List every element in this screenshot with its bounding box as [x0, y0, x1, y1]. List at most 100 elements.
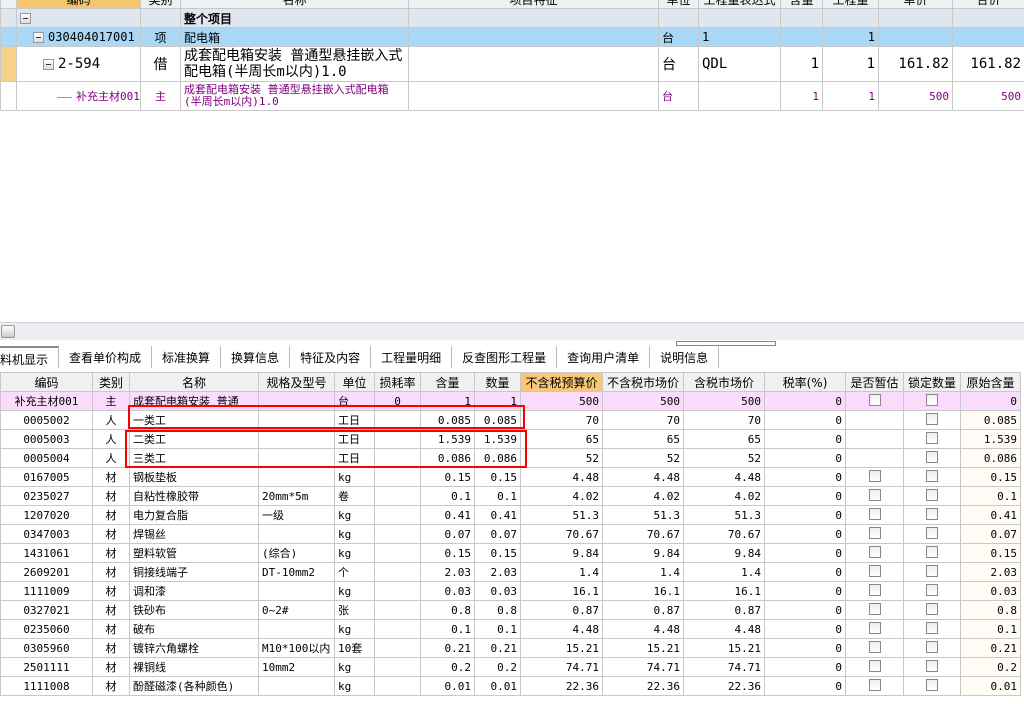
cell[interactable]: 1.4 [683, 562, 765, 582]
checkbox-icon[interactable] [926, 640, 938, 653]
cell[interactable]: 51.3 [683, 505, 765, 525]
cell[interactable]: 卷 [334, 486, 375, 506]
checkbox-icon[interactable] [868, 602, 881, 615]
cell-price[interactable] [878, 27, 953, 47]
cell[interactable]: kg [334, 619, 375, 639]
cell[interactable]: 材 [92, 638, 130, 658]
cell[interactable]: 0 [764, 486, 846, 506]
tree-row[interactable]: 030404017001 项配电箱台 1 1 [0, 27, 1024, 47]
cell[interactable]: 材 [92, 657, 130, 677]
cell[interactable]: 1111008 [0, 676, 93, 696]
tab-2[interactable]: 标准换算 [152, 346, 222, 368]
cell[interactable]: 4.48 [520, 619, 603, 639]
cell[interactable]: 0305960 [0, 638, 93, 658]
cell[interactable]: 补充主材001 [0, 391, 93, 411]
provisional-checkbox[interactable] [845, 562, 904, 582]
cell[interactable]: 0.01 [420, 676, 475, 696]
checkbox-icon[interactable] [868, 393, 881, 406]
checkbox-icon[interactable] [868, 507, 881, 520]
cell[interactable]: 2.03 [420, 562, 475, 582]
cell[interactable]: 70.67 [520, 524, 603, 544]
cell-feature[interactable] [408, 81, 659, 111]
cell-code[interactable]: 2-594 [16, 46, 141, 82]
cell[interactable]: 0 [764, 429, 846, 449]
resource-row[interactable]: 0305960 材镀锌六角螺栓 M10*100以内 10套 0.21 0.21 15.21 1… [0, 638, 1021, 658]
cell[interactable]: 0.03 [474, 581, 521, 601]
cell[interactable]: 材 [92, 676, 130, 696]
cell[interactable]: 9.84 [520, 543, 603, 563]
row-indicator[interactable] [0, 46, 17, 82]
cell[interactable]: 10mm2 [258, 657, 335, 677]
column-header-8[interactable]: 不含税预算价 [520, 372, 603, 392]
checkbox-icon[interactable] [926, 450, 938, 463]
cell-price[interactable] [878, 8, 953, 28]
cell[interactable]: 0.21 [960, 638, 1021, 658]
cell[interactable]: 65 [520, 429, 603, 449]
tree-row[interactable]: 2-594 借成套配电箱安装 普通型悬挂嵌入式配电箱(半周长m以内)1.0 台 QDL… [0, 46, 1024, 82]
checkbox-icon[interactable] [868, 678, 881, 691]
cell-price[interactable]: 500 [878, 81, 953, 111]
lock-qty-checkbox[interactable] [903, 486, 961, 506]
cell[interactable]: 9.84 [683, 543, 765, 563]
tab-5[interactable]: 工程量明细 [371, 346, 453, 368]
cell[interactable]: 16.1 [602, 581, 684, 601]
cell[interactable] [374, 486, 421, 506]
cell-total[interactable]: 500 [952, 81, 1024, 111]
cell[interactable]: 0.15 [474, 543, 521, 563]
resource-row[interactable]: 0327021 材铁砂布 0~2# 张 0.8 0.8 0.87 0.87 0.87 0 0.8 [0, 600, 1021, 620]
cell[interactable]: kg [334, 543, 375, 563]
cell[interactable]: 破布 [129, 619, 259, 639]
provisional-checkbox[interactable] [845, 486, 904, 506]
cell[interactable]: 0.41 [474, 505, 521, 525]
column-header-0[interactable]: 编码 [0, 372, 93, 392]
checkbox-icon[interactable] [926, 469, 938, 482]
cell[interactable]: 0.1 [474, 486, 521, 506]
lock-qty-checkbox[interactable] [903, 429, 961, 449]
cell[interactable]: 0 [764, 638, 846, 658]
cell[interactable]: 0.15 [420, 467, 475, 487]
cell-code[interactable] [16, 8, 141, 28]
cell[interactable]: 1207020 [0, 505, 93, 525]
provisional-checkbox[interactable] [845, 505, 904, 525]
cell[interactable]: 70 [520, 410, 603, 430]
cell[interactable]: 22.36 [602, 676, 684, 696]
cell[interactable]: 调和漆 [129, 581, 259, 601]
cell[interactable] [258, 581, 335, 601]
cell[interactable]: 材 [92, 524, 130, 544]
cell[interactable]: 0.085 [960, 410, 1021, 430]
tab-4[interactable]: 特征及内容 [290, 346, 372, 368]
cell-qty[interactable]: 1 [822, 81, 879, 111]
cell[interactable]: 焊锡丝 [129, 524, 259, 544]
cell[interactable]: 0.2 [960, 657, 1021, 677]
cell[interactable]: 0 [764, 467, 846, 487]
cell[interactable]: 0 [960, 391, 1021, 411]
checkbox-icon[interactable] [926, 583, 938, 596]
tab-0[interactable]: 料机显示 [0, 346, 60, 368]
cell[interactable]: 0.086 [960, 448, 1021, 468]
cell[interactable]: 4.48 [602, 619, 684, 639]
header-code[interactable]: 编码 [16, 0, 141, 9]
resource-row[interactable]: 2501111 材裸铜线 10mm2 kg 0.2 0.2 74.71 74.71 74.71 0… [0, 657, 1021, 677]
cell[interactable] [374, 581, 421, 601]
provisional-checkbox[interactable] [845, 657, 904, 677]
cell[interactable] [374, 505, 421, 525]
cell[interactable]: 钢板垫板 [129, 467, 259, 487]
collapse-icon[interactable] [20, 13, 31, 24]
cell[interactable]: 材 [92, 600, 130, 620]
cell-type[interactable]: 借 [140, 46, 181, 82]
cell[interactable] [258, 619, 335, 639]
resource-row[interactable]: 0167005 材钢板垫板 kg 0.15 0.15 4.48 4.48 4.48 0 0.15 [0, 467, 1021, 487]
cell[interactable]: 0.8 [960, 600, 1021, 620]
checkbox-icon[interactable] [926, 659, 938, 672]
resource-row[interactable]: 2609201 材铜接线端子 DT-10mm2 个 2.03 2.03 1.4 1.4 1.4 0… [0, 562, 1021, 582]
lock-qty-checkbox[interactable] [903, 524, 961, 544]
cell[interactable] [374, 562, 421, 582]
checkbox-icon[interactable] [868, 640, 881, 653]
column-header-2[interactable]: 名称 [129, 372, 259, 392]
tab-3[interactable]: 换算信息 [221, 346, 291, 368]
cell[interactable]: 0 [764, 391, 846, 411]
column-header-12[interactable]: 是否暂估 [845, 372, 904, 392]
tab-7[interactable]: 查询用户清单 [557, 346, 651, 368]
cell-name[interactable]: 配电箱 [180, 27, 409, 47]
cell-qty[interactable]: 1 [822, 46, 879, 82]
